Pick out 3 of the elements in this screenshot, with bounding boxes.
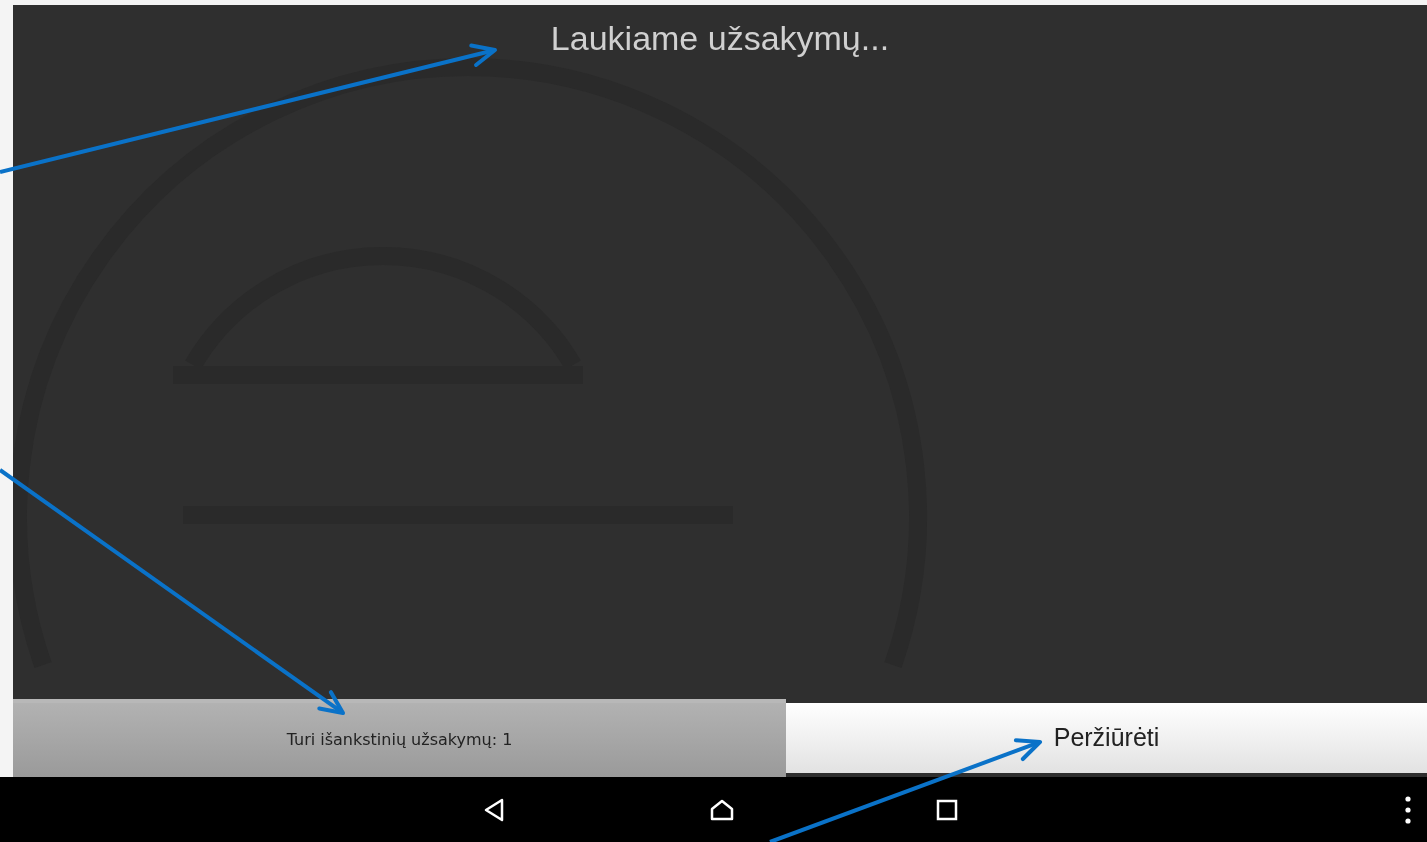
- view-button[interactable]: Peržiūrėti: [786, 703, 1427, 773]
- pre-orders-count: Turi išankstinių užsakymų: 1: [13, 699, 786, 777]
- screen-title: Laukiame užsakymų...: [550, 18, 890, 59]
